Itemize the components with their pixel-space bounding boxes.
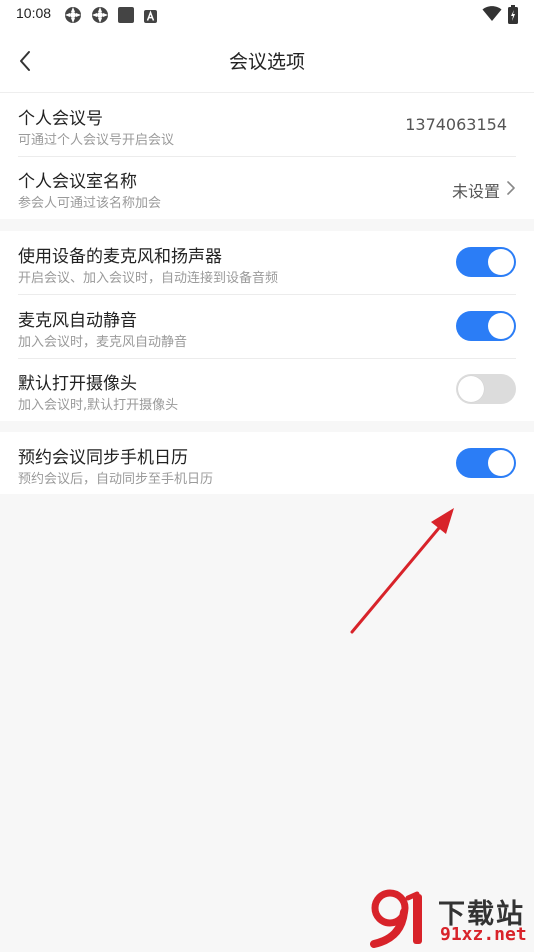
annotation-arrow-icon: [340, 500, 465, 640]
row-subtitle: 开启会议、加入会议时，自动连接到设备音频: [18, 271, 279, 286]
use-device-audio-row: 使用设备的麦克风和扬声器 开启会议、加入会议时，自动连接到设备音频: [0, 231, 534, 294]
audio-video-section: 使用设备的麦克风和扬声器 开启会议、加入会议时，自动连接到设备音频 麦克风自动静…: [0, 231, 534, 421]
a-icon: [144, 8, 162, 26]
auto-mute-mic-toggle[interactable]: [456, 311, 516, 341]
calendar-section: 预约会议同步手机日历 预约会议后，自动同步至手机日历: [0, 432, 534, 494]
row-subtitle: 加入会议时，麦克风自动静音: [18, 335, 188, 350]
row-title: 个人会议号: [18, 109, 103, 129]
sync-calendar-row: 预约会议同步手机日历 预约会议后，自动同步至手机日历: [0, 432, 534, 495]
battery-charging-icon: [508, 5, 518, 28]
toggle-knob: [458, 376, 484, 402]
row-title: 使用设备的麦克风和扬声器: [18, 247, 222, 267]
wifi-icon: [482, 5, 502, 27]
auto-mute-mic-row: 麦克风自动静音 加入会议时，麦克风自动静音: [0, 295, 534, 358]
default-camera-on-row: 默认打开摄像头 加入会议时,默认打开摄像头: [0, 358, 534, 421]
personal-room-name-row[interactable]: 个人会议室名称 参会人可通过该名称加会 未设置: [0, 156, 534, 219]
page-title: 会议选项: [228, 51, 305, 73]
app-icon: [64, 6, 82, 24]
row-subtitle: 参会人可通过该名称加会: [18, 196, 162, 211]
room-name-value: 未设置: [451, 182, 500, 201]
toggle-knob: [488, 313, 514, 339]
toggle-knob: [488, 450, 514, 476]
toggle-knob: [488, 249, 514, 275]
app-icon: [91, 6, 109, 24]
row-title: 预约会议同步手机日历: [18, 448, 188, 468]
row-subtitle: 加入会议时,默认打开摄像头: [18, 398, 179, 413]
row-subtitle: 预约会议后，自动同步至手机日历: [18, 472, 214, 487]
use-device-audio-toggle[interactable]: [456, 247, 516, 277]
title-bar: 会议选项: [0, 30, 534, 93]
personal-meeting-id-row[interactable]: 个人会议号 可通过个人会议号开启会议 1374063154: [0, 93, 534, 156]
sync-calendar-toggle[interactable]: [456, 448, 516, 478]
meeting-id-section: 个人会议号 可通过个人会议号开启会议 1374063154 个人会议室名称 参会…: [0, 93, 534, 219]
row-title: 默认打开摄像头: [18, 374, 137, 394]
status-bar: 10:08: [0, 0, 534, 30]
default-camera-on-toggle[interactable]: [456, 374, 516, 404]
meeting-id-value: 1374063154: [405, 115, 507, 134]
status-time: 10:08: [16, 5, 52, 21]
square-icon: [117, 6, 135, 24]
chevron-right-icon: [506, 180, 516, 196]
row-title: 麦克风自动静音: [18, 311, 137, 331]
watermark: 下载站 91xz.net: [368, 888, 534, 950]
watermark-domain: 91xz.net: [440, 924, 527, 945]
row-subtitle: 可通过个人会议号开启会议: [18, 133, 175, 148]
row-title: 个人会议室名称: [18, 172, 137, 192]
watermark-logo-icon: [368, 888, 434, 948]
